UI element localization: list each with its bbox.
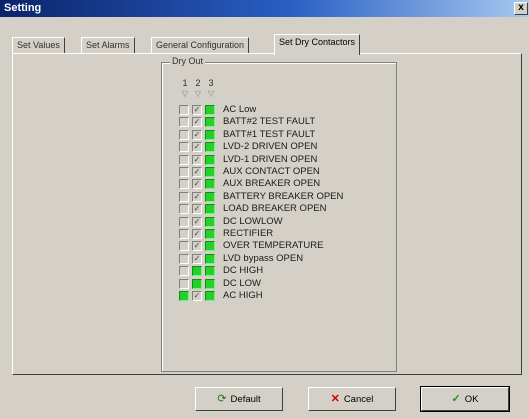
green-check-icon: ✓ (451, 392, 461, 405)
alarm-label: BATT#2 TEST FAULT (223, 116, 316, 128)
alarm-label: OVER TEMPERATURE (223, 240, 324, 252)
tab-strip: Set Values Set Alarms General Configurat… (12, 34, 522, 55)
contactor-1-checkbox[interactable] (179, 266, 189, 277)
contactor-3-checkbox[interactable] (205, 204, 215, 215)
contactor-2-checkbox[interactable]: ✓ (192, 154, 202, 165)
contactor-2-checkbox[interactable]: ✓ (192, 291, 202, 301)
contactor-3-checkbox[interactable] (205, 266, 215, 277)
tab-set-values[interactable]: Set Values (12, 37, 65, 54)
contactor-2-checkbox[interactable]: ✓ (192, 229, 202, 239)
alarm-label: BATTERY BREAKER OPEN (223, 190, 344, 202)
contactor-2-checkbox[interactable] (192, 266, 202, 277)
contactor-1-checkbox[interactable] (179, 179, 189, 190)
contactor-2-checkbox[interactable]: ✓ (192, 117, 202, 128)
contactor-1-checkbox[interactable] (179, 291, 189, 301)
contactor-3-checkbox[interactable] (205, 191, 215, 202)
alarm-label: LVD bypass OPEN (223, 252, 304, 264)
column-3-arrow-icon[interactable]: ▽ (205, 89, 217, 98)
contactor-2-checkbox[interactable]: ✓ (192, 191, 202, 202)
contactor-3-checkbox[interactable] (205, 241, 215, 252)
contactor-3-checkbox[interactable] (205, 129, 215, 140)
contactor-2-checkbox[interactable]: ✓ (192, 129, 202, 140)
contactor-3-checkbox[interactable] (205, 179, 215, 190)
contactor-1-checkbox[interactable] (179, 278, 189, 289)
contactor-1-checkbox[interactable] (179, 241, 189, 252)
contactor-1-checkbox[interactable] (179, 253, 189, 264)
alarm-label: AC HIGH (223, 290, 263, 301)
alarm-label: AUX BREAKER OPEN (223, 178, 321, 190)
contactor-1-checkbox[interactable] (179, 129, 189, 140)
tab-set-dry-contactors[interactable]: Set Dry Contactors (274, 34, 361, 55)
cancel-button-label: Cancel (343, 393, 374, 405)
contactor-2-checkbox[interactable] (192, 278, 202, 289)
column-number-2: 2 (195, 78, 201, 88)
cancel-button[interactable]: ✕ Cancel (308, 387, 396, 411)
column-1-arrow-icon[interactable]: ▽ (179, 89, 191, 98)
button-bar: ⟳ Default ✕ Cancel ✓ OK (0, 380, 529, 418)
alarm-label: BATT#1 TEST FAULT (223, 128, 316, 140)
title-bar[interactable]: Setting x (0, 0, 529, 17)
contactor-2-checkbox[interactable]: ✓ (192, 142, 202, 153)
alarm-label: LVD-2 DRIVEN OPEN (223, 141, 318, 153)
alarm-label: DC HIGH (223, 265, 264, 277)
contactor-1-checkbox[interactable] (179, 142, 189, 153)
alarm-label: AC Low (223, 104, 257, 115)
contactor-3-checkbox[interactable] (205, 117, 215, 128)
contactor-3-checkbox[interactable] (205, 253, 215, 264)
contactor-1-checkbox[interactable] (179, 154, 189, 165)
contactor-1-checkbox[interactable] (179, 229, 189, 239)
contactor-1-checkbox[interactable] (179, 204, 189, 215)
alarm-label: LOAD BREAKER OPEN (223, 203, 327, 215)
default-button[interactable]: ⟳ Default (195, 387, 283, 411)
contactor-2-checkbox[interactable]: ✓ (192, 241, 202, 252)
contactor-2-checkbox[interactable]: ✓ (192, 167, 202, 177)
contactor-3-checkbox[interactable] (205, 154, 215, 165)
ok-button-label: OK (464, 393, 479, 405)
contactor-1-checkbox[interactable] (179, 167, 189, 177)
red-x-icon: ✕ (330, 392, 340, 405)
column-2-arrow-icon[interactable]: ▽ (192, 89, 204, 98)
setting-dialog: Setting x Set Values Set Alarms General … (0, 0, 529, 418)
column-number-3: 3 (208, 78, 214, 88)
contactor-2-checkbox[interactable]: ✓ (192, 179, 202, 190)
contactor-3-checkbox[interactable] (205, 291, 215, 301)
contactor-3-checkbox[interactable] (205, 229, 215, 239)
contactor-2-checkbox[interactable]: ✓ (192, 105, 202, 115)
tab-general-configuration[interactable]: General Configuration (151, 37, 250, 54)
contactor-3-checkbox[interactable] (205, 278, 215, 289)
window-title: Setting (4, 2, 42, 14)
close-icon[interactable]: x (514, 2, 528, 15)
refresh-icon: ⟳ (217, 392, 227, 405)
contactor-2-checkbox[interactable]: ✓ (192, 204, 202, 215)
tab-panel: Dry Out 1 2 3 ▽ ▽ ▽ ✓ AC Low ✓ BATT#2 TEST … (12, 53, 522, 375)
ok-button[interactable]: ✓ OK (420, 386, 510, 412)
contactor-1-checkbox[interactable] (179, 105, 189, 115)
contactor-3-checkbox[interactable] (205, 105, 215, 115)
default-button-label: Default (230, 393, 261, 405)
contactor-1-checkbox[interactable] (179, 216, 189, 227)
contactor-2-checkbox[interactable]: ✓ (192, 216, 202, 227)
contactor-1-checkbox[interactable] (179, 191, 189, 202)
alarm-label: DC LOWLOW (223, 215, 283, 227)
contactor-3-checkbox[interactable] (205, 216, 215, 227)
contactor-2-checkbox[interactable]: ✓ (192, 253, 202, 264)
contactor-3-checkbox[interactable] (205, 142, 215, 153)
alarm-label: LVD-1 DRIVEN OPEN (223, 153, 318, 165)
alarm-label: RECTIFIER (223, 228, 274, 239)
alarm-label: AUX CONTACT OPEN (223, 166, 320, 177)
contactor-3-checkbox[interactable] (205, 167, 215, 177)
column-number-1: 1 (182, 78, 188, 88)
tab-set-alarms[interactable]: Set Alarms (81, 37, 135, 54)
alarm-label: DC LOW (223, 277, 261, 289)
contactor-1-checkbox[interactable] (179, 117, 189, 128)
group-label: Dry Out (170, 56, 206, 66)
